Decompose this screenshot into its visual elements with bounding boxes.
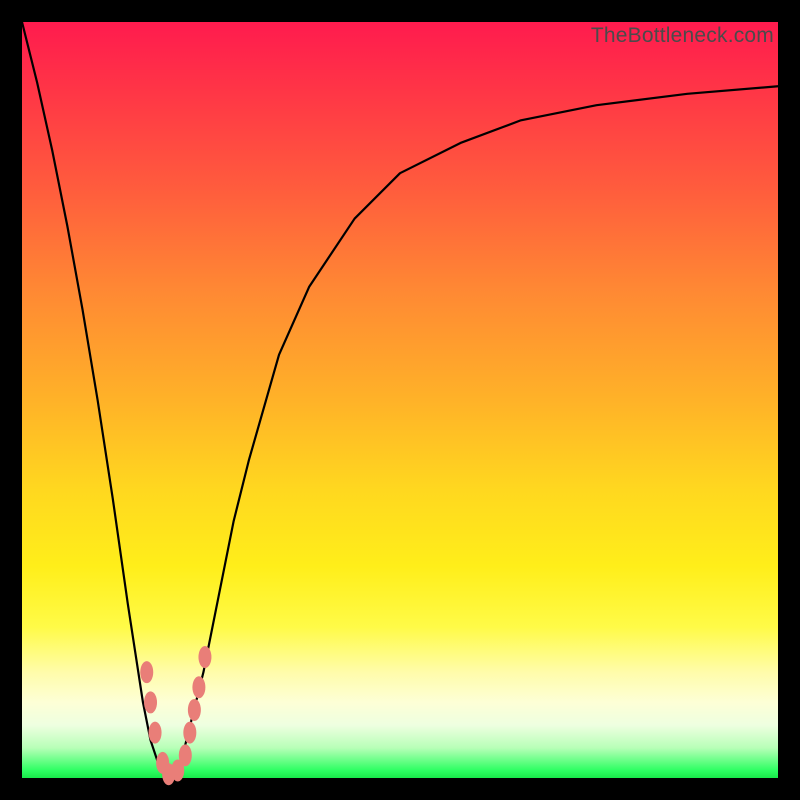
plot-area — [22, 22, 778, 778]
curve-markers — [140, 646, 211, 785]
curve-marker — [192, 676, 205, 698]
curve-line — [22, 22, 778, 778]
curve-marker — [188, 699, 201, 721]
curve-marker — [183, 722, 196, 744]
chart-frame: TheBottleneck.com — [0, 0, 800, 800]
curve-marker — [179, 744, 192, 766]
curve-marker — [144, 691, 157, 713]
curve-marker — [140, 661, 153, 683]
bottleneck-curve — [22, 22, 778, 778]
watermark-text: TheBottleneck.com — [591, 24, 774, 48]
curve-marker — [198, 646, 211, 668]
curve-marker — [149, 722, 162, 744]
